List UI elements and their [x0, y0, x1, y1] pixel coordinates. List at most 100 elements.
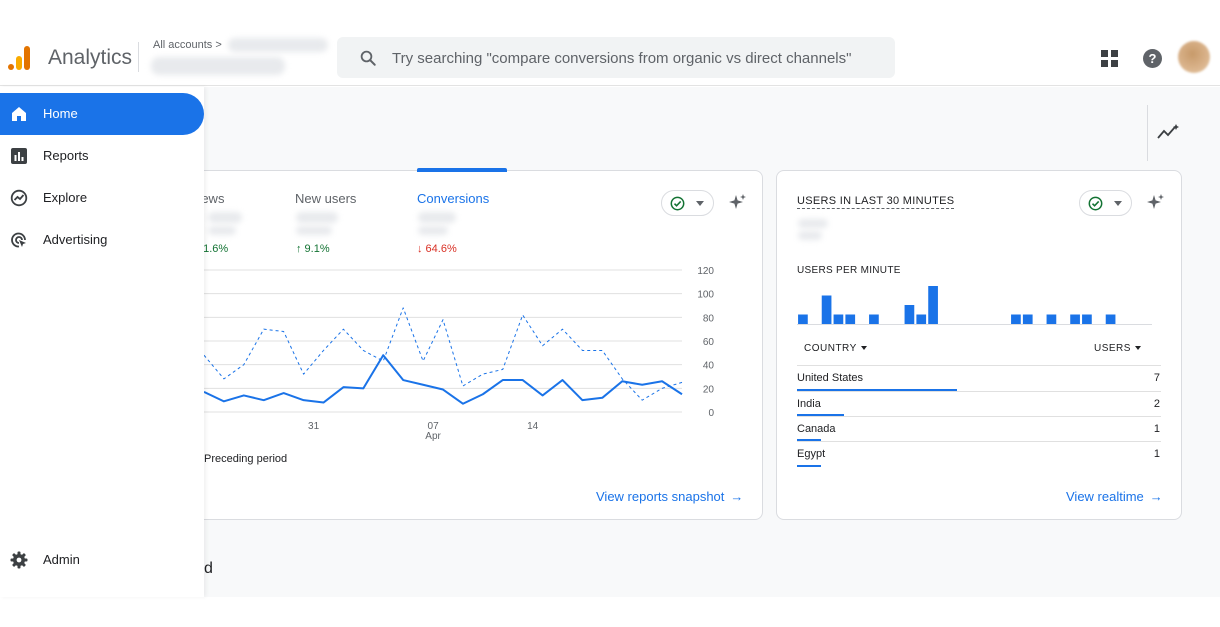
users-per-minute-bar — [916, 314, 927, 324]
bar-chart-icon — [11, 148, 27, 164]
search-icon — [360, 50, 376, 66]
country-row-users: 1 — [1153, 423, 1160, 435]
country-row-bar — [797, 465, 821, 467]
users-per-minute-bar — [1046, 314, 1057, 324]
x-tick-sublabel: Apr — [425, 431, 441, 442]
y-tick-label: 20 — [703, 384, 715, 395]
bottom-strip — [0, 597, 1220, 627]
country-row-users: 1 — [1153, 448, 1160, 460]
metric-new-users-label[interactable]: New users — [295, 191, 356, 206]
view-reports-snapshot-label: View reports snapshot — [596, 489, 725, 504]
users-per-minute-bar — [845, 314, 856, 324]
users-per-minute-bar — [1105, 314, 1116, 324]
series-line-current-period — [204, 354, 683, 405]
sparkle-icon[interactable] — [728, 193, 748, 213]
metric-new-users-change: ↑ 9.1% — [296, 243, 330, 255]
insights-icon[interactable] — [1157, 124, 1179, 140]
sidebar-item-label: Home — [43, 106, 78, 121]
metric-views-value-redacted-2 — [208, 226, 236, 235]
help-icon[interactable]: ? — [1143, 49, 1162, 68]
property-name-redacted[interactable] — [151, 57, 285, 75]
users-per-minute-bar — [1011, 314, 1021, 324]
view-realtime-link[interactable]: View realtime → — [1066, 489, 1163, 504]
view-realtime-label: View realtime — [1066, 489, 1144, 504]
users-column-header[interactable]: USERS — [1094, 343, 1141, 354]
account-name-redacted[interactable] — [228, 38, 328, 52]
sidebar-item-advertising[interactable]: Advertising — [0, 219, 204, 261]
view-reports-snapshot-link[interactable]: View reports snapshot → — [596, 489, 743, 504]
users-per-minute-bar — [928, 286, 938, 324]
caret-down-icon — [1134, 346, 1141, 351]
caret-down-icon — [860, 346, 867, 351]
metric-new-users-value-redacted — [296, 212, 338, 223]
app-title[interactable]: Analytics — [48, 46, 132, 70]
sidebar-item-label: Reports — [43, 148, 89, 163]
chevron-down-icon — [1114, 201, 1122, 206]
users-per-minute-bar — [798, 314, 808, 324]
sidebar-item-reports[interactable]: Reports — [0, 135, 204, 177]
country-row-users: 2 — [1153, 398, 1160, 410]
users-header-label: USERS — [1094, 343, 1131, 354]
account-breadcrumb[interactable]: All accounts > — [153, 39, 222, 51]
realtime-count-redacted-2 — [798, 231, 822, 240]
sparkle-icon[interactable] — [1146, 193, 1166, 213]
y-tick-label: 80 — [703, 313, 715, 324]
search-bar[interactable] — [337, 37, 895, 78]
metric-conversions-change: ↓ 64.6% — [417, 243, 457, 255]
y-tick-label: 60 — [703, 337, 715, 348]
x-tick-label: 14 — [527, 421, 539, 432]
y-tick-label: 120 — [697, 266, 714, 277]
realtime-count-redacted — [798, 219, 828, 228]
y-tick-label: 100 — [697, 290, 714, 301]
table-divider — [797, 365, 1161, 366]
x-tick-label: 31 — [308, 421, 320, 432]
analytics-logo-icon[interactable] — [8, 44, 32, 70]
country-row-name: Egypt — [797, 448, 826, 460]
users-per-minute-bar — [833, 314, 844, 324]
table-divider — [797, 441, 1161, 442]
advertising-icon — [11, 232, 26, 248]
realtime-status-dropdown[interactable] — [1079, 190, 1132, 216]
header-divider — [138, 42, 139, 72]
country-row-users: 7 — [1153, 372, 1160, 384]
metric-new-users-value-redacted-2 — [296, 226, 332, 235]
series-line-preceding-period — [204, 307, 683, 401]
section-title-partial: d — [204, 560, 213, 577]
active-metric-indicator — [417, 168, 507, 172]
sidebar-item-label: Admin — [43, 552, 80, 567]
users-per-minute-bar — [821, 295, 832, 324]
arrow-right-icon: → — [1149, 489, 1163, 504]
check-circle-icon — [1088, 196, 1103, 211]
sidebar-item-admin[interactable]: Admin — [0, 539, 204, 581]
sidebar-item-explore[interactable]: Explore — [0, 177, 204, 219]
metric-conversions-value-redacted-2 — [418, 226, 448, 235]
country-column-header[interactable]: COUNTRY — [804, 343, 867, 354]
y-tick-label: 0 — [708, 408, 714, 419]
sidebar-item-label: Advertising — [43, 232, 108, 247]
apps-grid-icon[interactable] — [1101, 50, 1118, 67]
users-per-minute-bar — [1082, 314, 1092, 324]
explore-icon — [10, 189, 28, 207]
avatar[interactable] — [1178, 41, 1210, 73]
arrow-right-icon: → — [730, 489, 744, 504]
country-row-name: Canada — [797, 423, 836, 435]
users-per-minute-chart[interactable] — [797, 280, 1152, 326]
sidebar-item-home[interactable]: Home — [0, 93, 204, 135]
country-header-label: COUNTRY — [804, 343, 857, 354]
sidebar: Home Reports Explore Advertising Admin — [0, 87, 204, 597]
y-tick-label: 40 — [703, 361, 715, 372]
overview-status-dropdown[interactable] — [661, 190, 714, 216]
top-header: Analytics All accounts > ? — [0, 0, 1220, 86]
country-row-name: United States — [797, 372, 864, 384]
country-row-name: India — [797, 398, 821, 410]
users-per-minute-bar — [1070, 314, 1080, 324]
check-circle-icon — [670, 196, 685, 211]
users-per-minute-bar — [869, 314, 879, 324]
metric-conversions-label[interactable]: Conversions — [417, 191, 489, 206]
gear-icon — [10, 551, 28, 569]
realtime-title[interactable]: USERS IN LAST 30 MINUTES — [797, 195, 955, 209]
legend-preceding-period: Preceding period — [204, 453, 288, 465]
sidebar-item-label: Explore — [43, 190, 88, 205]
search-input[interactable] — [392, 46, 882, 70]
overview-line-chart[interactable]: 12010080604020031 07Apr14 — [204, 260, 724, 445]
